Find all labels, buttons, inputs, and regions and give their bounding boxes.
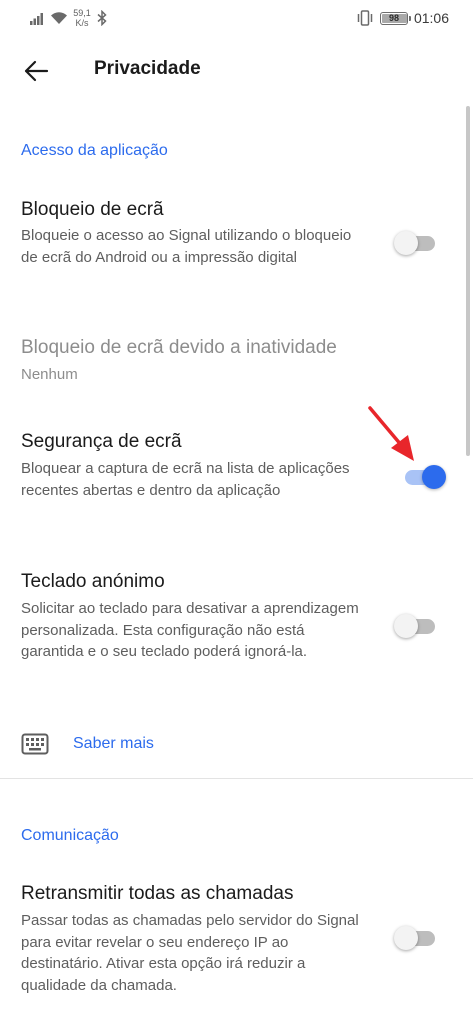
status-bar-right: 98 01:06 xyxy=(356,8,449,28)
section-header-app-access: Acesso da aplicação xyxy=(21,142,168,159)
pref-incognito-keyboard-summary: Solicitar ao teclado para desativar a ap… xyxy=(21,600,359,660)
learn-more-label: Saber mais xyxy=(73,735,154,752)
pref-inactivity-lock-title: Bloqueio de ecrã devido a inatividade xyxy=(21,337,337,358)
battery-icon: 98 xyxy=(379,11,411,25)
status-bar-left: 59,1 K/s xyxy=(30,4,108,32)
back-button[interactable] xyxy=(14,49,58,93)
network-speed-value: 59,1 xyxy=(73,8,91,18)
arrow-left-icon xyxy=(24,60,49,82)
switch-thumb xyxy=(422,465,446,489)
page-title: Privacidade xyxy=(94,58,201,79)
pref-relay-calls[interactable]: Retransmitir todas as chamadas Passar to… xyxy=(0,874,473,1004)
pref-incognito-keyboard[interactable]: Teclado anónimo Solicitar ao teclado par… xyxy=(0,560,473,690)
bluetooth-icon xyxy=(97,10,107,26)
pref-screen-lock-summary: Bloqueie o acesso ao Signal utilizando o… xyxy=(21,227,352,266)
battery-level: 98 xyxy=(388,13,399,23)
status-bar: 59,1 K/s 98 01:06 xyxy=(0,0,473,36)
keyboard-icon xyxy=(21,733,49,755)
network-speed-unit: K/s xyxy=(75,18,89,28)
pref-relay-calls-summary: Passar todas as chamadas pelo servidor d… xyxy=(21,912,359,994)
pref-screen-security-summary: Bloquear a captura de ecrã na lista de a… xyxy=(21,460,350,499)
status-time: 01:06 xyxy=(413,10,449,26)
signal-icon xyxy=(30,13,43,25)
switch-thumb xyxy=(394,614,418,638)
app-bar: Privacidade xyxy=(0,36,473,106)
screen-lock-switch[interactable] xyxy=(394,228,440,258)
screen-security-switch[interactable] xyxy=(402,462,448,492)
switch-thumb xyxy=(394,926,418,950)
wifi-icon xyxy=(51,12,67,24)
annotation-arrow xyxy=(368,406,414,461)
incognito-keyboard-switch[interactable] xyxy=(394,611,440,641)
pref-inactivity-lock[interactable]: Bloqueio de ecrã devido a inatividade Ne… xyxy=(0,326,473,396)
network-speed: 59,1 K/s xyxy=(72,8,92,28)
pref-inactivity-lock-summary: Nenhum xyxy=(21,366,78,383)
switch-thumb xyxy=(394,231,418,255)
section-header-communication: Comunicação xyxy=(21,827,119,844)
section-divider xyxy=(0,778,473,779)
pref-screen-security-title: Segurança de ecrã xyxy=(21,431,182,452)
relay-calls-switch[interactable] xyxy=(394,923,440,953)
pref-screen-lock-title: Bloqueio de ecrã xyxy=(21,199,164,220)
learn-more-link[interactable]: Saber mais xyxy=(21,724,281,764)
pref-screen-lock[interactable]: Bloqueio de ecrã Bloqueie o acesso ao Si… xyxy=(0,188,473,298)
vibrate-icon xyxy=(357,10,373,26)
pref-incognito-keyboard-title: Teclado anónimo xyxy=(21,571,165,592)
pref-relay-calls-title: Retransmitir todas as chamadas xyxy=(21,883,294,904)
